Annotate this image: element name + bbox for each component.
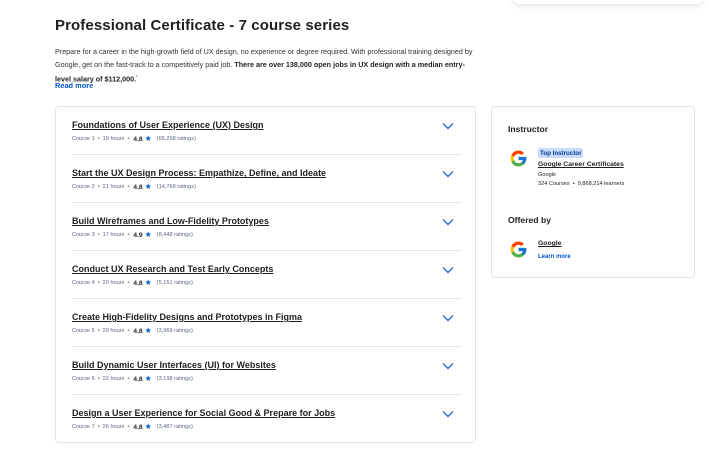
chevron-down-icon[interactable] <box>442 361 454 371</box>
top-instructor-badge: Top Instructor <box>538 148 584 158</box>
course-item[interactable]: Design a User Experience for Social Good… <box>72 395 462 443</box>
course-title[interactable]: Build Dynamic User Interfaces (UI) for W… <box>72 360 276 370</box>
instructor-stats: 324 Courses • 9,868,214 learners <box>538 181 625 187</box>
course-item[interactable]: Create High-Fidelity Designs and Prototy… <box>72 299 462 347</box>
google-logo-icon <box>510 150 527 167</box>
offered-by-name-link[interactable]: Google <box>538 240 561 247</box>
instructor-card: Instructor Top Instructor Google Career … <box>491 106 695 278</box>
page-title: Professional Certificate - 7 course seri… <box>55 17 350 34</box>
learn-more-link[interactable]: Learn more <box>538 254 571 260</box>
read-more-link[interactable]: Read more <box>55 81 93 90</box>
star-icon: ★ <box>144 182 152 191</box>
chevron-down-icon[interactable] <box>442 409 454 419</box>
chevron-down-icon[interactable] <box>442 313 454 323</box>
course-meta: Course 2 • 21 hours • 4.8 ★ (14,768 rating… <box>72 182 196 191</box>
chevron-down-icon[interactable] <box>442 169 454 179</box>
course-item[interactable]: Build Wireframes and Low-Fidelity Protot… <box>72 203 462 251</box>
instructor-name-link[interactable]: Google Career Certificates <box>538 161 624 168</box>
star-icon: ★ <box>144 230 152 239</box>
course-title[interactable]: Conduct UX Research and Test Early Conce… <box>72 264 273 274</box>
star-icon: ★ <box>144 326 152 335</box>
course-title[interactable]: Foundations of User Experience (UX) Desi… <box>72 120 264 130</box>
course-title[interactable]: Create High-Fidelity Designs and Prototy… <box>72 312 302 322</box>
star-icon: ★ <box>144 374 152 383</box>
course-meta: Course 1 • 19 hours • 4.8 ★ (65,298 rating… <box>72 134 196 143</box>
star-icon: ★ <box>144 278 152 287</box>
instructor-org: Google <box>538 172 557 178</box>
course-title[interactable]: Start the UX Design Process: Empathize, … <box>72 168 326 178</box>
course-meta: Course 6 • 22 hours • 4.8 ★ (3,198 ratings… <box>72 374 193 383</box>
course-item[interactable]: Conduct UX Research and Test Early Conce… <box>72 251 462 299</box>
chevron-down-icon[interactable] <box>442 121 454 131</box>
course-item[interactable]: Start the UX Design Process: Empathize, … <box>72 155 462 203</box>
course-meta: Course 5 • 29 hours • 4.8 ★ (3,969 ratings… <box>72 326 193 335</box>
google-logo-icon <box>510 241 527 258</box>
course-title[interactable]: Design a User Experience for Social Good… <box>72 408 335 418</box>
course-item[interactable]: Foundations of User Experience (UX) Desi… <box>72 107 462 155</box>
instructor-heading: Instructor <box>508 124 549 134</box>
program-description: Prepare for a career in the high-growth … <box>55 47 473 84</box>
course-meta: Course 4 • 20 hours • 4.8 ★ (5,151 ratings… <box>72 278 193 287</box>
offered-by-heading: Offered by <box>508 215 551 225</box>
star-icon: ★ <box>144 422 152 431</box>
header-dropdown-edge <box>512 0 704 4</box>
course-item[interactable]: Build Dynamic User Interfaces (UI) for W… <box>72 347 462 395</box>
course-meta: Course 7 • 26 hours • 4.8 ★ (3,487 ratings… <box>72 422 193 431</box>
course-meta: Course 3 • 17 hours • 4.9 ★ (8,448 ratings… <box>72 230 193 239</box>
course-title[interactable]: Build Wireframes and Low-Fidelity Protot… <box>72 216 269 226</box>
chevron-down-icon[interactable] <box>442 265 454 275</box>
star-icon: ★ <box>144 134 152 143</box>
course-series-list: Foundations of User Experience (UX) Desi… <box>55 106 476 443</box>
chevron-down-icon[interactable] <box>442 217 454 227</box>
